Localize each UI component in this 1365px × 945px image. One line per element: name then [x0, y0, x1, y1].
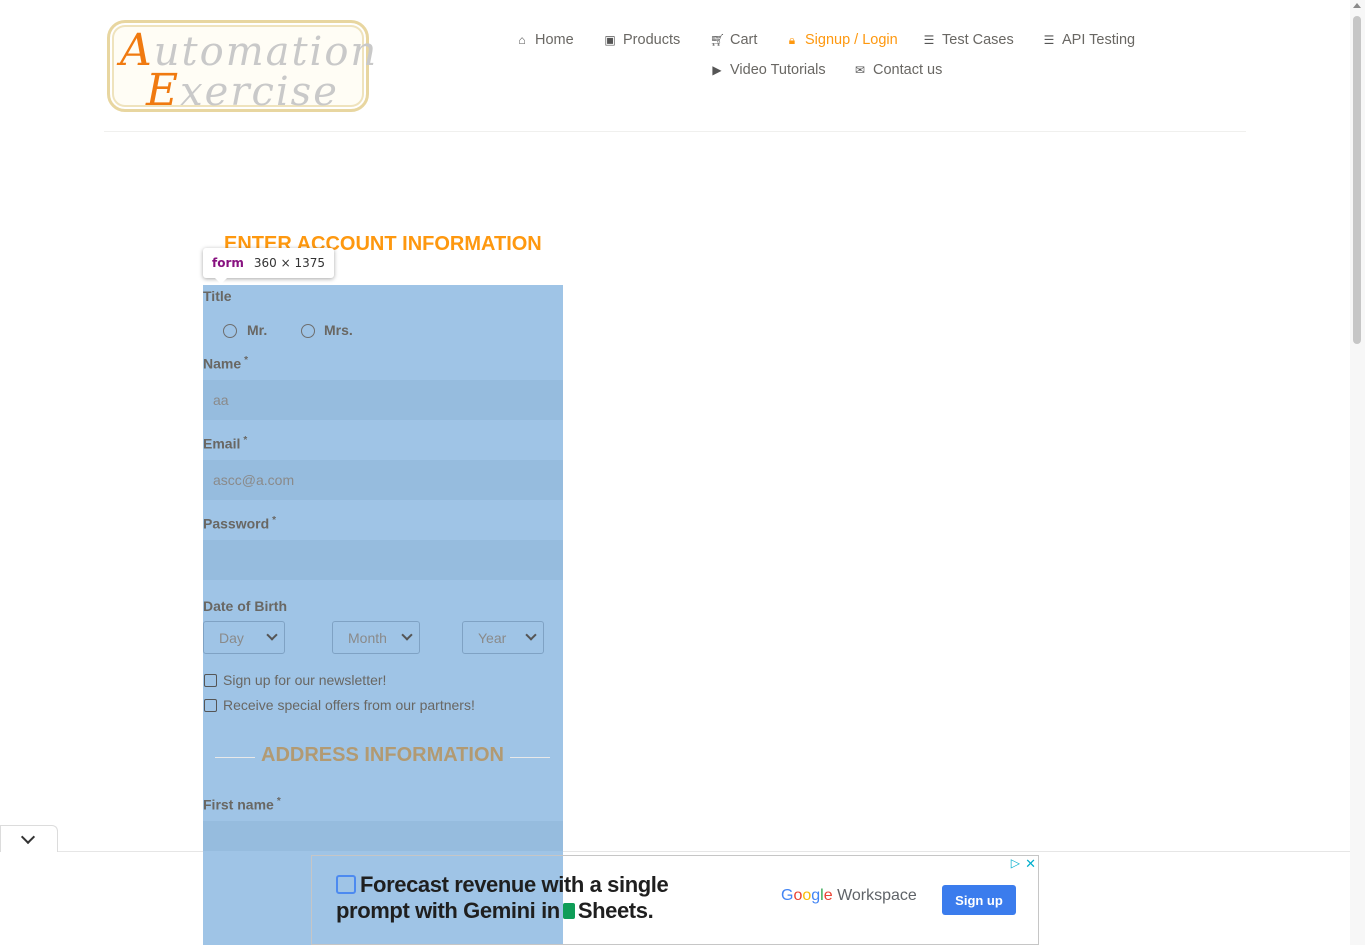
password-input[interactable]	[203, 540, 563, 580]
chevron-down-icon	[401, 629, 413, 641]
ad-signup-button[interactable]: Sign up	[942, 885, 1016, 915]
address-title-rule-right	[510, 757, 550, 758]
nav-cart[interactable]: 🛒︎ Cart	[710, 32, 757, 48]
envelope-icon: ✉	[854, 63, 866, 77]
offers-label: Receive special offers from our partners…	[223, 697, 475, 713]
lock-icon: 🔒︎	[788, 32, 796, 47]
title-mrs-label: Mrs.	[324, 322, 353, 338]
google-workspace-logo: Google Workspace	[781, 887, 917, 904]
sheets-chart-icon	[336, 875, 356, 894]
address-title-rule-left	[215, 757, 255, 758]
title-label: Title	[203, 288, 232, 304]
title-mr-radio[interactable]	[223, 324, 237, 338]
cart-icon: 🛒︎	[710, 33, 726, 47]
tooltip-tag: form	[212, 256, 244, 270]
scroll-up-arrow[interactable]	[1353, 3, 1361, 8]
ad-headline: Forecast revenue with a single prompt wi…	[336, 872, 669, 923]
email-input[interactable]: ascc@a.com	[203, 460, 563, 500]
youtube-icon: ▶	[712, 63, 722, 77]
chevron-down-icon	[266, 629, 278, 641]
title-mrs-radio[interactable]	[301, 324, 315, 338]
nav-test-cases[interactable]: ☰ Test Cases	[922, 32, 1014, 48]
dob-day-select[interactable]: Day	[203, 621, 285, 654]
list-icon: ☰	[923, 33, 935, 47]
name-input[interactable]: aa	[203, 380, 563, 420]
password-label: Password *	[203, 515, 277, 532]
chevron-down-icon	[20, 829, 36, 845]
nav-home[interactable]: ⌂ Home	[515, 32, 573, 48]
products-icon: ▣	[604, 33, 616, 47]
sheets-icon	[562, 903, 575, 919]
scrollbar-thumb[interactable]	[1353, 16, 1361, 344]
newsletter-checkbox[interactable]	[204, 674, 217, 687]
dob-year-select[interactable]: Year	[462, 621, 544, 654]
nav-products[interactable]: ▣ Products	[603, 32, 680, 48]
first-name-label: First name *	[203, 796, 281, 813]
nav-contact-us[interactable]: ✉ Contact us	[853, 62, 942, 78]
offers-checkbox[interactable]	[204, 699, 217, 712]
close-icon[interactable]: ✕	[1025, 856, 1036, 872]
title-mr-label: Mr.	[247, 322, 268, 338]
ad-collapse-tab[interactable]	[0, 825, 58, 852]
email-label: Email *	[203, 435, 248, 452]
tooltip-size: 360 × 1375	[253, 256, 326, 270]
dob-label: Date of Birth	[203, 598, 287, 614]
logo-line-2: Exercise	[146, 65, 339, 116]
nav-video-tutorials[interactable]: ▶ Video Tutorials	[710, 62, 825, 78]
site-logo[interactable]: Automation Exercise	[107, 20, 376, 116]
nav-api-testing[interactable]: ☰ API Testing	[1042, 32, 1135, 48]
chevron-down-icon	[525, 629, 537, 641]
home-icon: ⌂	[518, 33, 526, 47]
list-icon: ☰	[1043, 33, 1055, 47]
adchoices-icon[interactable]: ▷	[1011, 856, 1020, 870]
nav-signup-login[interactable]: 🔒︎ Signup / Login	[785, 32, 898, 48]
first-name-input[interactable]	[203, 821, 563, 851]
address-section-title: ADDRESS INFORMATION	[261, 744, 504, 766]
devtools-tooltip: form 360 × 1375	[203, 248, 335, 284]
header-divider	[104, 131, 1246, 132]
dob-month-select[interactable]: Month	[332, 621, 420, 654]
advertisement[interactable]: Forecast revenue with a single prompt wi…	[311, 855, 1039, 945]
name-label: Name *	[203, 355, 249, 372]
newsletter-label: Sign up for our newsletter!	[223, 672, 387, 688]
